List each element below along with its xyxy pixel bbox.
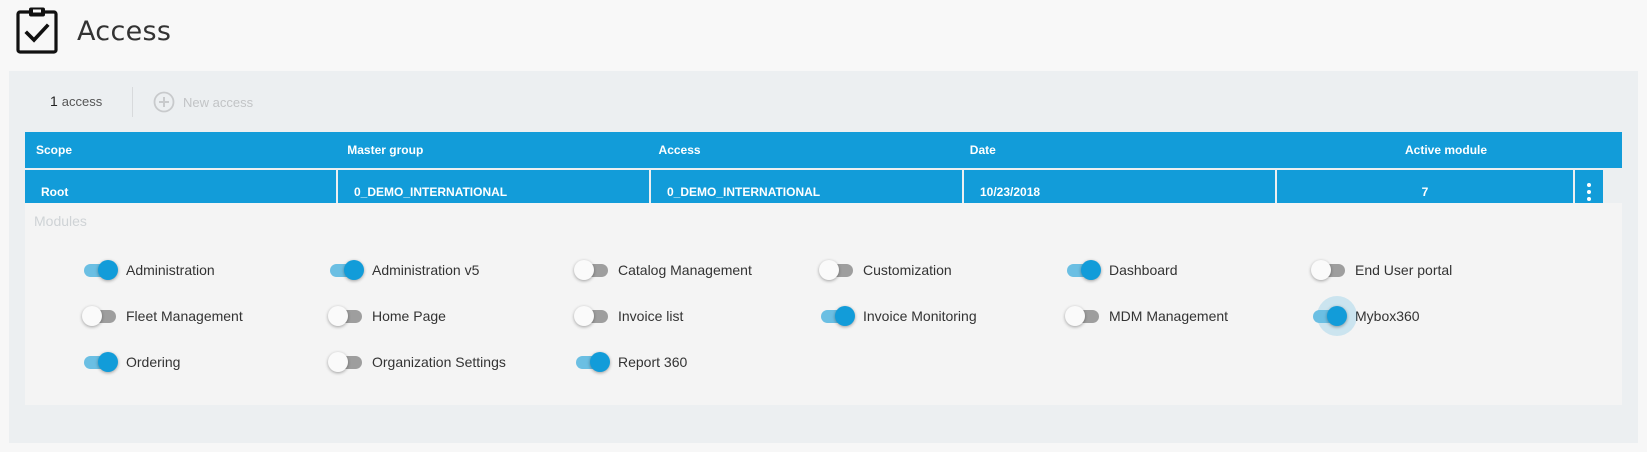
page-header: Access [0, 0, 1647, 70]
modules-section: Modules Administration Administration v5… [25, 203, 1622, 405]
module-toggle-ordering[interactable]: Ordering [82, 351, 180, 373]
new-access-button[interactable]: New access [153, 89, 253, 115]
module-label: Dashboard [1109, 262, 1178, 278]
module-switch[interactable] [328, 259, 364, 281]
module-label: Home Page [372, 308, 446, 324]
plus-circle-icon [153, 91, 175, 113]
module-label: Organization Settings [372, 354, 506, 370]
module-switch[interactable] [574, 305, 610, 327]
module-switch[interactable] [82, 259, 118, 281]
module-switch[interactable] [1311, 296, 1357, 336]
module-toggle-invoice-list[interactable]: Invoice list [574, 305, 683, 327]
module-label: Fleet Management [126, 308, 243, 324]
module-toggle-dashboard[interactable]: Dashboard [1065, 259, 1178, 281]
module-switch[interactable] [328, 351, 364, 373]
module-toggle-organization-settings[interactable]: Organization Settings [328, 351, 506, 373]
modules-title: Modules [34, 213, 87, 229]
table-header: Scope Master group Access Date Active mo… [25, 132, 1622, 168]
access-toolbar: 1 access New access [25, 87, 625, 117]
toolbar-divider [132, 87, 133, 117]
module-label: Invoice Monitoring [863, 308, 977, 324]
module-switch[interactable] [328, 305, 364, 327]
module-switch[interactable] [1065, 259, 1101, 281]
module-toggle-mybox360[interactable]: Mybox360 [1311, 296, 1420, 336]
module-switch[interactable] [1065, 305, 1101, 327]
module-switch[interactable] [1311, 259, 1347, 281]
more-vertical-icon [1587, 183, 1591, 201]
module-switch[interactable] [574, 259, 610, 281]
column-header-access[interactable]: Access [648, 132, 959, 168]
module-switch[interactable] [819, 305, 855, 327]
new-access-label: New access [183, 94, 254, 110]
module-toggle-mdm-management[interactable]: MDM Management [1065, 305, 1228, 327]
column-header-date[interactable]: Date [959, 132, 1270, 168]
module-toggle-customization[interactable]: Customization [819, 259, 952, 281]
module-toggle-end-user-portal[interactable]: End User portal [1311, 259, 1452, 281]
module-switch[interactable] [82, 351, 118, 373]
column-header-scope[interactable]: Scope [25, 132, 336, 168]
module-label: MDM Management [1109, 308, 1229, 324]
module-label: Report 360 [618, 354, 688, 370]
module-label: Invoice list [618, 308, 684, 324]
module-switch[interactable] [82, 305, 118, 327]
module-switch[interactable] [574, 351, 610, 373]
access-count-label: access [61, 94, 103, 109]
column-header-master-group[interactable]: Master group [336, 132, 647, 168]
access-table: Scope Master group Access Date Active mo… [25, 132, 1622, 214]
access-panel: 1 access New access Scope Master group Ac… [9, 71, 1638, 443]
access-count: 1 access [50, 93, 102, 109]
module-label: Catalog Management [618, 262, 752, 278]
column-header-active-module[interactable]: Active module [1270, 132, 1622, 168]
module-label: Ordering [126, 354, 181, 370]
clipboard-check-icon [16, 7, 58, 54]
module-switch[interactable] [819, 259, 855, 281]
module-toggle-fleet-management[interactable]: Fleet Management [82, 305, 243, 327]
module-toggle-report-360[interactable]: Report 360 [574, 351, 687, 373]
module-toggle-catalog-management[interactable]: Catalog Management [574, 259, 752, 281]
module-label: Administration [126, 262, 215, 278]
module-label: Mybox360 [1355, 308, 1420, 324]
page-title: Access [77, 16, 172, 47]
module-toggle-invoice-monitoring[interactable]: Invoice Monitoring [819, 305, 977, 327]
access-count-number: 1 [50, 93, 58, 109]
module-label: Customization [863, 262, 952, 278]
module-toggle-home-page[interactable]: Home Page [328, 305, 446, 327]
module-label: Administration v5 [372, 262, 480, 278]
module-label: End User portal [1355, 262, 1453, 278]
module-toggle-administration-v5[interactable]: Administration v5 [328, 259, 479, 281]
module-toggle-administration[interactable]: Administration [82, 259, 215, 281]
